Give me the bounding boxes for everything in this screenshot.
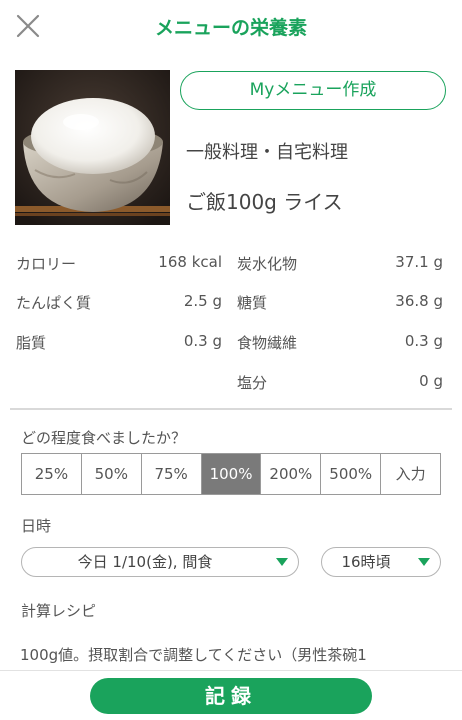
header: メニューの栄養素 [0, 0, 462, 52]
date-meal-value: 今日 1/10(金), 間食 [77, 553, 213, 571]
nutrient-value-protein: 2.5 g [183, 292, 222, 310]
nutrient-value-salt: 0 g [419, 372, 443, 390]
nutrient-label-salt: 塩分 [237, 374, 268, 392]
datetime-label: 日時 [21, 517, 52, 535]
nutrient-value-fat: 0.3 g [183, 332, 222, 350]
create-my-menu-button[interactable]: Myメニュー作成 [180, 71, 446, 110]
nutrient-label-sugar: 糖質 [237, 294, 268, 312]
nutrient-label-carbohydrate: 炭水化物 [237, 255, 298, 273]
amount-option-500[interactable]: 500% [321, 454, 382, 494]
divider [10, 408, 452, 410]
time-dropdown[interactable]: 16時頃 [321, 547, 441, 577]
chevron-down-icon [276, 558, 288, 566]
amount-option-input[interactable]: 入力 [381, 454, 440, 494]
amount-option-50[interactable]: 50% [82, 454, 142, 494]
nutrient-label-fiber: 食物繊維 [237, 334, 298, 352]
recipe-text: 100g値。摂取割合で調整してください（男性茶碗1 [20, 646, 367, 664]
amount-segmented-control: 25% 50% 75% 100% 200% 500% 入力 [21, 453, 441, 495]
amount-option-200[interactable]: 200% [261, 454, 322, 494]
nutrient-label-protein: たんぱく質 [16, 294, 92, 312]
recipe-label: 計算レシピ [21, 602, 97, 620]
amount-question-label: どの程度食べましたか？ [21, 429, 187, 447]
page-title: メニューの栄養素 [154, 17, 307, 39]
time-value: 16時頃 [341, 553, 391, 571]
nutrient-label-fat: 脂質 [16, 334, 47, 352]
date-meal-dropdown[interactable]: 今日 1/10(金), 間食 [21, 547, 299, 577]
amount-option-25[interactable]: 25% [22, 454, 82, 494]
record-button[interactable]: 記録 [90, 678, 372, 714]
nutrient-label-calories: カロリー [16, 255, 77, 273]
chevron-down-icon [418, 558, 430, 566]
nutrient-value-fiber: 0.3 g [404, 332, 443, 350]
nutrient-value-carbohydrate: 37.1 g [395, 253, 443, 271]
food-photo [15, 70, 170, 225]
amount-option-100[interactable]: 100% [201, 454, 262, 494]
food-name: ご飯100g ライス [186, 190, 343, 214]
amount-option-75[interactable]: 75% [142, 454, 202, 494]
nutrient-value-sugar: 36.8 g [395, 292, 443, 310]
nutrient-value-calories: 168 kcal [158, 253, 222, 271]
food-category: 一般料理・自宅料理 [186, 142, 348, 163]
